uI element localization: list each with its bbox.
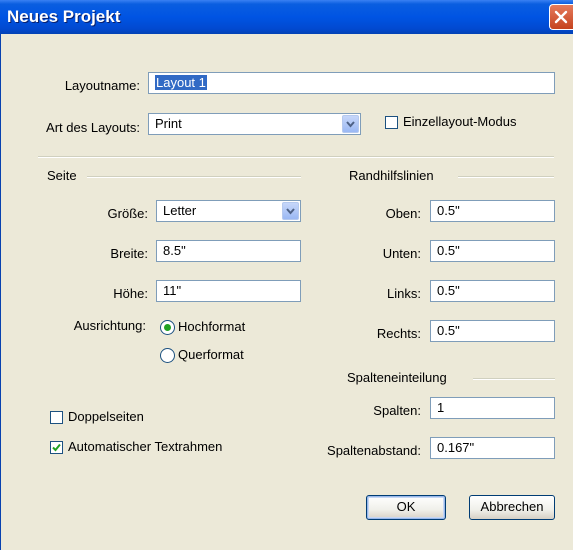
art-value: Print (155, 116, 182, 131)
spalten-heading: Spalteneinteilung (347, 370, 447, 385)
close-button[interactable] (549, 4, 573, 30)
spalten-label: Spalten: (373, 403, 421, 418)
layoutname-input[interactable]: Layout 1 (148, 72, 555, 94)
seite-heading: Seite (47, 168, 77, 183)
dialog-content: Layoutname: Layout 1 Art des Layouts: Pr… (0, 34, 573, 550)
oben-value: 0.5" (437, 203, 460, 218)
window-title: Neues Projekt (7, 7, 121, 26)
groesse-select[interactable]: Letter (156, 200, 301, 222)
layoutname-label: Layoutname: (64, 78, 140, 93)
oben-label: Oben: (385, 206, 421, 221)
chevron-down-icon (286, 208, 295, 215)
spaltenabstand-value: 0.167" (437, 440, 475, 455)
groesse-dropdown-button[interactable] (282, 202, 299, 220)
links-label: Links: (387, 286, 421, 301)
unten-input[interactable]: 0.5" (430, 240, 555, 262)
querformat-radio[interactable] (160, 348, 175, 363)
spalten-heading-line (473, 378, 555, 380)
hochformat-label: Hochformat (178, 319, 246, 334)
textrahmen-label: Automatischer Textrahmen (68, 439, 223, 454)
rechts-value: 0.5" (437, 323, 460, 338)
cancel-button-label: Abbrechen (480, 499, 544, 514)
seite-heading-line (87, 176, 301, 178)
chevron-down-icon (346, 121, 355, 128)
unten-value: 0.5" (437, 243, 460, 258)
separator-line (38, 156, 554, 158)
dialog-window: Neues Projekt Layoutname: Layout 1 Art d… (0, 0, 573, 550)
links-value: 0.5" (437, 283, 460, 298)
groesse-value: Letter (163, 203, 197, 218)
einzellayout-checkbox[interactable] (385, 116, 398, 129)
hoehe-value: 11" (163, 283, 182, 298)
links-input[interactable]: 0.5" (430, 280, 555, 302)
close-icon (554, 10, 568, 24)
ok-button[interactable]: OK (366, 495, 446, 520)
groesse-label: Größe: (107, 206, 148, 221)
spaltenabstand-input[interactable]: 0.167" (430, 437, 555, 459)
spalten-value: 1 (437, 400, 445, 415)
ausrichtung-label: Ausrichtung: (73, 318, 146, 333)
hochformat-radio[interactable] (160, 320, 175, 335)
breite-label: Breite: (110, 246, 148, 261)
querformat-label: Querformat (178, 347, 244, 362)
breite-value: 8.5" (163, 243, 186, 258)
cancel-button[interactable]: Abbrechen (469, 495, 555, 520)
art-dropdown-button[interactable] (342, 115, 359, 133)
spaltenabstand-label: Spaltenabstand: (327, 443, 421, 458)
title-bar[interactable]: Neues Projekt (0, 0, 573, 34)
rechts-label: Rechts: (376, 326, 421, 341)
oben-input[interactable]: 0.5" (430, 200, 555, 222)
rechts-input[interactable]: 0.5" (430, 320, 555, 342)
doppelseiten-checkbox[interactable] (50, 411, 63, 424)
unten-label: Unten: (382, 246, 421, 261)
doppelseiten-label: Doppelseiten (68, 409, 144, 424)
randhilfslinien-heading-line (458, 176, 554, 178)
hoehe-input[interactable]: 11" (156, 280, 301, 302)
hoehe-label: Höhe: (113, 286, 148, 301)
ok-button-label: OK (396, 499, 416, 514)
art-label: Art des Layouts: (46, 120, 140, 135)
layoutname-value: Layout 1 (155, 75, 207, 90)
art-select[interactable]: Print (148, 113, 361, 135)
randhilfslinien-heading: Randhilfslinien (349, 168, 434, 183)
textrahmen-checkbox[interactable] (50, 441, 63, 454)
breite-input[interactable]: 8.5" (156, 240, 301, 262)
spalten-input[interactable]: 1 (430, 397, 555, 419)
einzellayout-label: Einzellayout-Modus (403, 114, 517, 129)
radio-selected-dot (164, 324, 171, 331)
checkmark-icon (52, 443, 61, 452)
